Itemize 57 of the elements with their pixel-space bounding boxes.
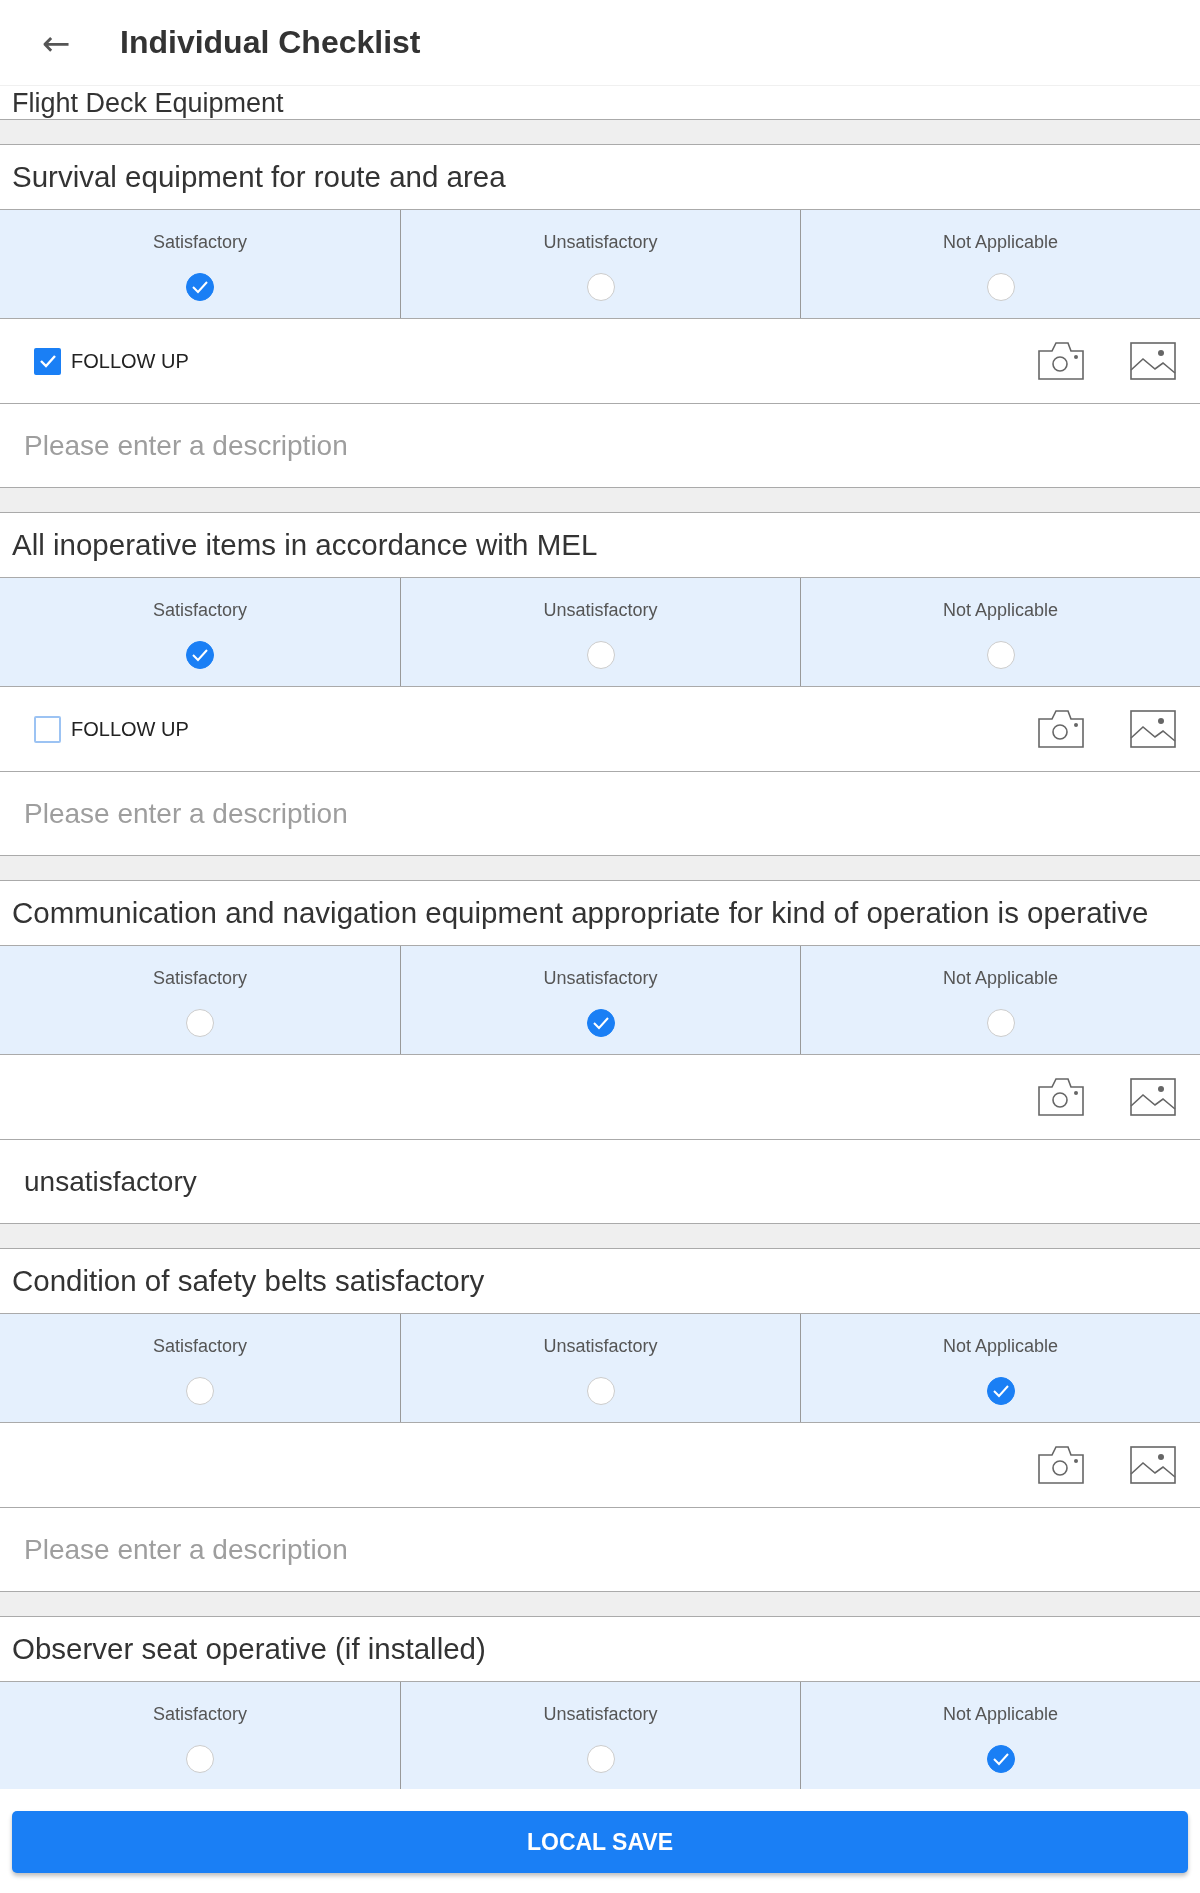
question-text: All inoperative items in accordance with MEL xyxy=(12,528,598,562)
option-cell[interactable]: Unsatisfactory xyxy=(400,578,800,686)
option-cell[interactable]: Satisfactory xyxy=(0,1314,400,1422)
screen-title: Individual Checklist xyxy=(120,24,421,61)
check-icon[interactable] xyxy=(38,354,57,368)
image-icon[interactable] xyxy=(1130,342,1176,380)
check-icon[interactable] xyxy=(991,1752,1010,1766)
radio-button[interactable] xyxy=(986,273,1015,301)
option-cell[interactable]: Unsatisfactory xyxy=(400,946,800,1054)
check-icon[interactable] xyxy=(991,1384,1010,1398)
camera-icon[interactable] xyxy=(1038,1446,1084,1484)
image-icon[interactable] xyxy=(1130,710,1176,748)
radio-button[interactable] xyxy=(186,1745,214,1773)
checkbox[interactable] xyxy=(34,347,61,375)
question-text: Observer seat operative (if installed) xyxy=(12,1632,486,1666)
radio-button[interactable] xyxy=(986,641,1015,669)
camera-icon[interactable] xyxy=(1038,710,1084,748)
option-cell[interactable]: Unsatisfactory xyxy=(400,210,800,318)
follow-up-label: FOLLOW UP xyxy=(71,717,189,741)
radio-button[interactable] xyxy=(186,1009,214,1037)
follow-up-label: FOLLOW UP xyxy=(71,349,189,373)
option-cell[interactable]: Satisfactory xyxy=(0,1682,400,1789)
option-cell[interactable]: Unsatisfactory xyxy=(400,1314,800,1422)
image-icon[interactable] xyxy=(1130,1078,1176,1116)
option-cell[interactable]: Not Applicable xyxy=(800,210,1200,318)
radio-button[interactable] xyxy=(186,273,214,301)
option-cell[interactable]: Satisfactory xyxy=(0,578,400,686)
radio-button[interactable] xyxy=(986,1745,1015,1773)
camera-icon[interactable] xyxy=(1038,1078,1084,1116)
back-button[interactable]: ← xyxy=(34,20,78,65)
radio-button[interactable] xyxy=(186,641,214,669)
option-cell[interactable]: Not Applicable xyxy=(800,1682,1200,1789)
question-text: Communication and navigation equipment appropriate for kind of operation is operative xyxy=(12,896,1149,930)
check-icon[interactable] xyxy=(591,1016,610,1030)
option-cell[interactable]: Satisfactory xyxy=(0,210,400,318)
option-cell[interactable]: Not Applicable xyxy=(800,578,1200,686)
option-cell[interactable]: Not Applicable xyxy=(800,946,1200,1054)
checkbox[interactable] xyxy=(34,715,61,743)
option-cell[interactable]: Unsatisfactory xyxy=(400,1682,800,1789)
radio-button[interactable] xyxy=(986,1009,1015,1037)
option-cell[interactable]: Not Applicable xyxy=(800,1314,1200,1422)
question-text: Condition of safety belts satisfactory xyxy=(12,1264,485,1298)
question-text: Survival equipment for route and area xyxy=(12,160,506,194)
check-icon[interactable] xyxy=(191,648,209,662)
radio-button[interactable] xyxy=(586,1745,615,1773)
camera-icon[interactable] xyxy=(1038,342,1084,380)
radio-button[interactable] xyxy=(186,1377,214,1405)
section-title: Flight Deck Equipment xyxy=(12,88,284,119)
check-icon[interactable] xyxy=(191,280,209,294)
radio-button[interactable] xyxy=(586,273,615,301)
image-icon[interactable] xyxy=(1130,1446,1176,1484)
radio-button[interactable] xyxy=(986,1377,1015,1405)
local-save-button[interactable]: LOCAL SAVE xyxy=(12,1811,1188,1873)
option-cell[interactable]: Satisfactory xyxy=(0,946,400,1054)
radio-button[interactable] xyxy=(586,1377,615,1405)
radio-button[interactable] xyxy=(586,1009,615,1037)
radio-button[interactable] xyxy=(586,641,615,669)
